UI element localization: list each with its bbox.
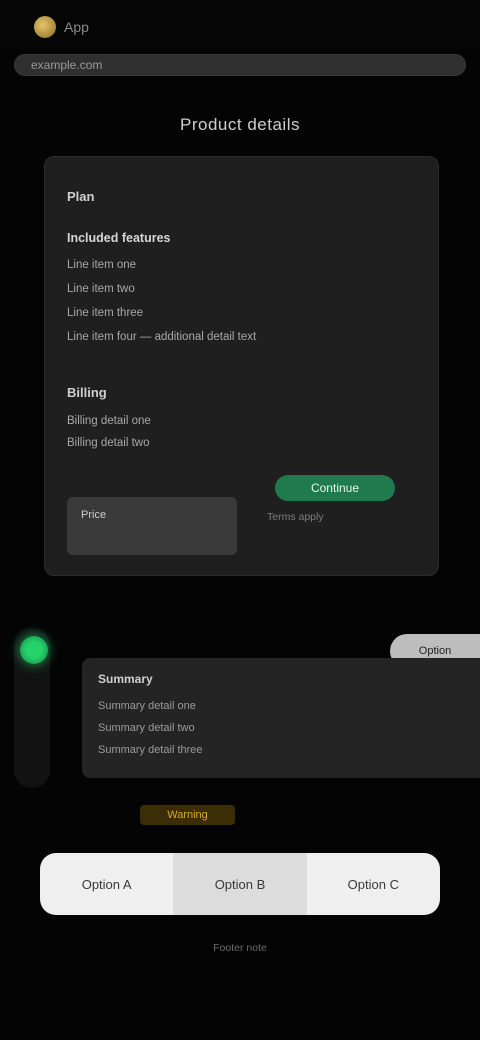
footer-note: Footer note <box>213 942 267 954</box>
segmented-control: Option A Option B Option C <box>40 853 440 915</box>
section-title-billing: Billing <box>67 385 107 400</box>
details-card: Plan Included features Line item one Lin… <box>44 156 439 576</box>
address-bar[interactable]: example.com <box>14 54 466 76</box>
price-label: Price <box>81 509 107 521</box>
section-title-plan: Plan <box>67 189 95 204</box>
segment-option-b[interactable]: Option B <box>173 853 307 915</box>
segment-option-a[interactable]: Option A <box>40 853 173 915</box>
summary-line: Summary detail one <box>98 700 196 712</box>
billing-line: Billing detail two <box>67 437 150 449</box>
warning-badge: Warning <box>140 805 235 825</box>
feature-line: Line item four — additional detail text <box>67 331 257 343</box>
continue-button[interactable]: Continue <box>275 475 395 501</box>
feature-line: Line item three <box>67 307 144 319</box>
feature-line: Line item one <box>67 259 137 271</box>
summary-line: Summary detail three <box>98 744 203 756</box>
status-indicator-icon <box>20 636 48 664</box>
summary-panel: Summary Summary detail one Summary detai… <box>82 658 480 778</box>
terms-note: Terms apply <box>267 511 324 523</box>
price-box[interactable]: Price <box>67 497 237 555</box>
segment-option-c[interactable]: Option C <box>307 853 440 915</box>
feature-highlight: Included features <box>67 231 171 245</box>
address-text: example.com <box>31 58 103 72</box>
feature-line: Line item two <box>67 283 135 295</box>
summary-title: Summary <box>98 672 153 686</box>
logo-icon <box>34 16 56 38</box>
page-title: Product details <box>180 115 300 134</box>
brand-name: App <box>64 19 89 35</box>
billing-line: Billing detail one <box>67 415 151 427</box>
app-screen: App example.com Product details Plan Inc… <box>0 0 480 1040</box>
summary-line: Summary detail two <box>98 722 195 734</box>
top-bar: App <box>0 0 480 52</box>
